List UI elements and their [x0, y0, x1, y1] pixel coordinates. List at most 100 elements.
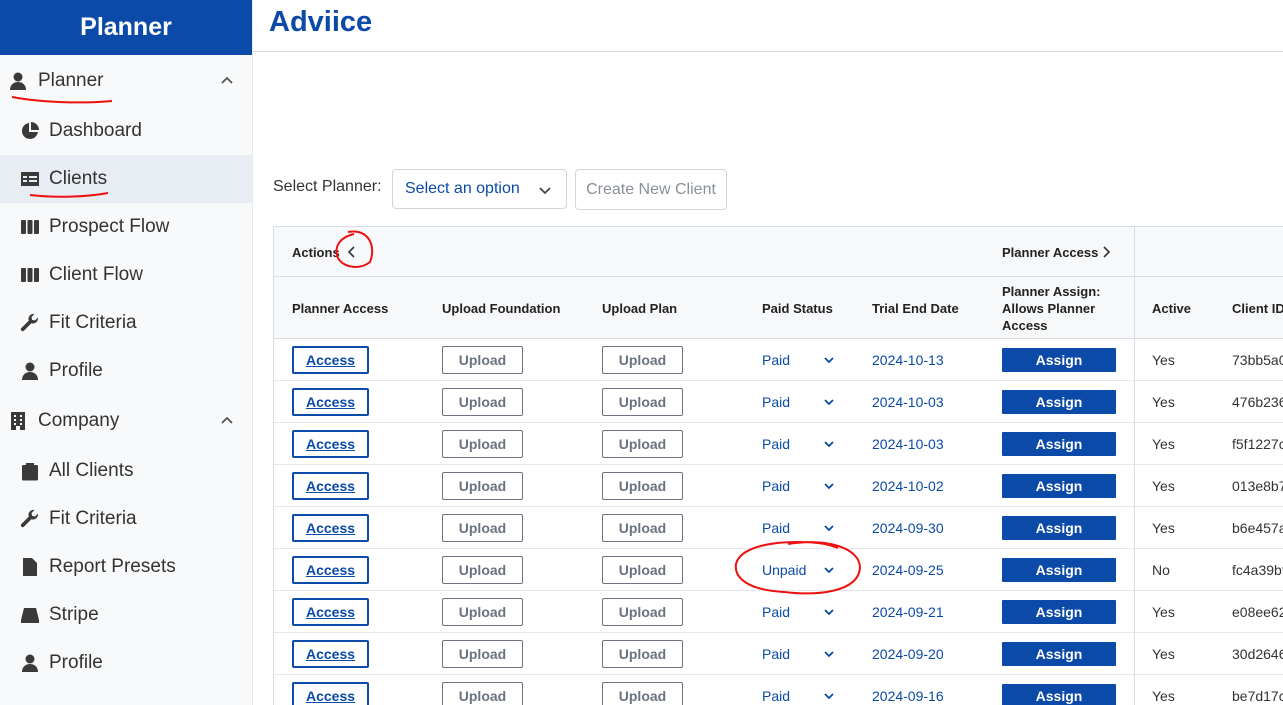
chevron-up-icon[interactable]: [220, 413, 234, 432]
sidebar-section-company[interactable]: Company: [0, 395, 252, 447]
access-button[interactable]: Access: [292, 346, 369, 374]
sidebar-item-label: Dashboard: [49, 120, 142, 141]
access-button[interactable]: Access: [292, 388, 369, 416]
col-header-client-id: Client ID: [1232, 301, 1283, 316]
chevron-left-icon[interactable]: [346, 244, 358, 263]
upload-foundation-button[interactable]: Upload: [442, 640, 523, 668]
upload-plan-button[interactable]: Upload: [602, 430, 683, 458]
group-header-actions: Actions: [292, 245, 340, 260]
access-cell: Access: [292, 381, 369, 423]
upload-plan-button[interactable]: Upload: [602, 640, 683, 668]
paid-status-dropdown[interactable]: Paid: [762, 339, 842, 381]
chevron-right-icon[interactable]: [1100, 244, 1112, 263]
assign-button[interactable]: Assign: [1002, 432, 1116, 456]
access-button[interactable]: Access: [292, 514, 369, 542]
paid-status-dropdown[interactable]: Unpaid: [762, 549, 842, 591]
upload-foundation-cell: Upload: [442, 633, 523, 675]
access-button[interactable]: Access: [292, 472, 369, 500]
access-button[interactable]: Access: [292, 682, 369, 705]
paid-status-dropdown[interactable]: Paid: [762, 423, 842, 465]
upload-foundation-button[interactable]: Upload: [442, 682, 523, 705]
upload-plan-button[interactable]: Upload: [602, 682, 683, 705]
table-row: Access Upload Upload Paid 2024-10-02 Ass…: [274, 465, 1283, 507]
paid-status-dropdown[interactable]: Paid: [762, 507, 842, 549]
access-cell: Access: [292, 549, 369, 591]
user-icon: [8, 71, 28, 91]
active-value: Yes: [1152, 394, 1175, 410]
upload-plan-button[interactable]: Upload: [602, 388, 683, 416]
paid-status-value: Paid: [762, 520, 791, 536]
trial-end-date: 2024-09-20: [872, 646, 944, 662]
sidebar-item-prospect-flow[interactable]: Prospect Flow: [0, 203, 252, 251]
upload-plan-button[interactable]: Upload: [602, 514, 683, 542]
access-button[interactable]: Access: [292, 556, 369, 584]
assign-button[interactable]: Assign: [1002, 474, 1116, 498]
sidebar-item-company-profile[interactable]: Profile: [0, 639, 252, 687]
col-header-paid-status: Paid Status: [762, 301, 833, 316]
access-button[interactable]: Access: [292, 430, 369, 458]
sidebar-item-stripe[interactable]: Stripe: [0, 591, 252, 639]
paid-status-dropdown[interactable]: Paid: [762, 381, 842, 423]
assign-button[interactable]: Assign: [1002, 558, 1116, 582]
table-row: Access Upload Upload Paid 2024-09-21 Ass…: [274, 591, 1283, 633]
paid-status-dropdown[interactable]: Paid: [762, 633, 842, 675]
assign-cell: Assign: [1002, 675, 1116, 705]
user-icon: [20, 653, 40, 673]
sidebar-item-dashboard[interactable]: Dashboard: [0, 107, 252, 155]
chevron-down-icon: [823, 521, 835, 537]
sidebar-item-fit-criteria[interactable]: Fit Criteria: [0, 299, 252, 347]
upload-foundation-button[interactable]: Upload: [442, 472, 523, 500]
upload-foundation-button[interactable]: Upload: [442, 346, 523, 374]
active-value: Yes: [1152, 352, 1175, 368]
upload-plan-cell: Upload: [602, 591, 683, 633]
chevron-up-icon[interactable]: [220, 73, 234, 92]
column-divider: [1134, 227, 1135, 705]
upload-foundation-button[interactable]: Upload: [442, 388, 523, 416]
upload-plan-button[interactable]: Upload: [602, 556, 683, 584]
sidebar-item-all-clients[interactable]: All Clients: [0, 447, 252, 495]
assign-button[interactable]: Assign: [1002, 516, 1116, 540]
sidebar-item-clients[interactable]: Clients: [0, 155, 252, 203]
table-row: Access Upload Upload Paid 2024-10-03 Ass…: [274, 423, 1283, 465]
sidebar-item-label: Profile: [49, 652, 103, 673]
assign-button[interactable]: Assign: [1002, 684, 1116, 705]
sidebar-item-company-fit-criteria[interactable]: Fit Criteria: [0, 495, 252, 543]
paid-status-dropdown[interactable]: Paid: [762, 591, 842, 633]
planner-select[interactable]: Select an option: [392, 169, 567, 209]
active-value: Yes: [1152, 436, 1175, 452]
sidebar-item-report-presets[interactable]: Report Presets: [0, 543, 252, 591]
wallet-icon: [20, 605, 40, 625]
assign-button[interactable]: Assign: [1002, 390, 1116, 414]
upload-foundation-button[interactable]: Upload: [442, 514, 523, 542]
assign-cell: Assign: [1002, 549, 1116, 591]
access-button[interactable]: Access: [292, 598, 369, 626]
access-button[interactable]: Access: [292, 640, 369, 668]
table-row: Access Upload Upload Paid 2024-09-20 Ass…: [274, 633, 1283, 675]
sidebar-item-label: Client Flow: [49, 264, 143, 285]
upload-foundation-button[interactable]: Upload: [442, 556, 523, 584]
assign-button[interactable]: Assign: [1002, 642, 1116, 666]
trial-end-date: 2024-09-21: [872, 604, 944, 620]
upload-foundation-button[interactable]: Upload: [442, 598, 523, 626]
trial-end-date: 2024-09-16: [872, 688, 944, 704]
sidebar-item-client-flow[interactable]: Client Flow: [0, 251, 252, 299]
assign-button[interactable]: Assign: [1002, 600, 1116, 624]
sidebar-section-planner[interactable]: Planner: [0, 55, 252, 107]
sidebar-item-label: Profile: [49, 360, 103, 381]
upload-plan-button[interactable]: Upload: [602, 346, 683, 374]
chevron-down-icon: [823, 563, 835, 579]
col-header-planner-assign: Planner Assign: Allows Planner Access: [1002, 284, 1101, 333]
paid-status-dropdown[interactable]: Paid: [762, 465, 842, 507]
sidebar-item-label: Clients: [49, 168, 108, 189]
assign-button[interactable]: Assign: [1002, 348, 1116, 372]
client-id: fc4a39bf: [1232, 562, 1283, 578]
sidebar-item-profile[interactable]: Profile: [0, 347, 252, 395]
upload-foundation-button[interactable]: Upload: [442, 430, 523, 458]
upload-plan-button[interactable]: Upload: [602, 598, 683, 626]
upload-foundation-cell: Upload: [442, 549, 523, 591]
upload-foundation-cell: Upload: [442, 423, 523, 465]
upload-plan-cell: Upload: [602, 675, 683, 705]
create-new-client-button[interactable]: Create New Client: [575, 169, 727, 210]
upload-plan-button[interactable]: Upload: [602, 472, 683, 500]
paid-status-dropdown[interactable]: Paid: [762, 675, 842, 705]
